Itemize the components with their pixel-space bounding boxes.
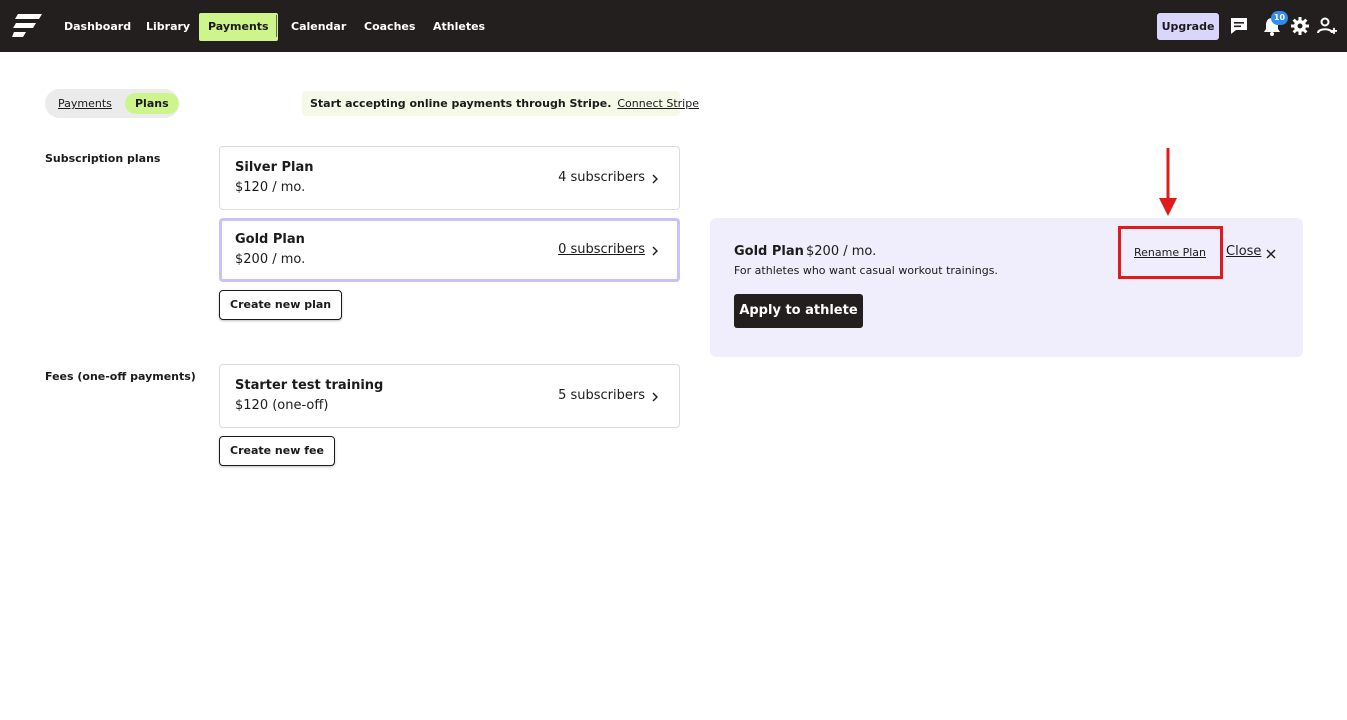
upgrade-button[interactable]: Upgrade bbox=[1157, 13, 1219, 40]
subscription-plans-heading: Subscription plans bbox=[45, 152, 161, 165]
create-new-plan-button[interactable]: Create new plan bbox=[219, 290, 343, 320]
plan-detail-panel: Gold Plan $200 / mo. For athletes who wa… bbox=[710, 218, 1303, 357]
nav-coaches[interactable]: Coaches bbox=[355, 13, 424, 41]
plan-card-silver[interactable]: Silver Plan $120 / mo. 4 subscribers bbox=[219, 146, 680, 210]
plan-subscribers[interactable]: 4 subscribers bbox=[558, 170, 645, 185]
plan-price: $120 / mo. bbox=[235, 180, 306, 195]
notification-badge: 10 bbox=[1271, 11, 1288, 25]
fee-card-starter[interactable]: Starter test training $120 (one-off) 5 s… bbox=[219, 364, 680, 428]
top-navigation-bar: Dashboard Library Payments Calendar Coac… bbox=[0, 0, 1347, 52]
plan-name: Silver Plan bbox=[235, 160, 314, 175]
user-add-icon[interactable] bbox=[1316, 15, 1338, 37]
create-new-fee-button[interactable]: Create new fee bbox=[219, 436, 335, 466]
nav-divider bbox=[276, 15, 277, 37]
close-link[interactable]: Close bbox=[1226, 244, 1261, 259]
chevron-right-icon bbox=[652, 392, 658, 402]
plan-price: $200 / mo. bbox=[235, 252, 306, 267]
chat-icon[interactable] bbox=[1228, 15, 1250, 37]
detail-plan-price: $200 / mo. bbox=[806, 244, 877, 259]
nav-athletes[interactable]: Athletes bbox=[424, 13, 494, 41]
nav-calendar[interactable]: Calendar bbox=[282, 13, 355, 41]
fee-price: $120 (one-off) bbox=[235, 398, 329, 413]
plan-card-gold[interactable]: Gold Plan $200 / mo. 0 subscribers bbox=[219, 218, 680, 282]
nav-library[interactable]: Library bbox=[137, 13, 199, 41]
plan-subscribers[interactable]: 0 subscribers bbox=[558, 242, 645, 257]
connect-stripe-link[interactable]: Connect Stripe bbox=[617, 97, 699, 110]
stripe-banner: Start accepting online payments through … bbox=[302, 91, 699, 116]
app-logo-icon[interactable] bbox=[12, 14, 42, 38]
detail-plan-description: For athletes who want casual workout tra… bbox=[734, 264, 998, 277]
payments-plans-toggle: Payments Plans bbox=[45, 89, 179, 118]
detail-plan-name: Gold Plan bbox=[734, 244, 804, 259]
plan-name: Gold Plan bbox=[235, 232, 305, 247]
chevron-right-icon bbox=[652, 246, 658, 256]
apply-to-athlete-button[interactable]: Apply to athlete bbox=[734, 294, 863, 328]
stripe-message: Start accepting online payments through … bbox=[310, 97, 612, 110]
fee-name: Starter test training bbox=[235, 378, 384, 393]
annotation-arrow-icon bbox=[1159, 148, 1177, 216]
fees-heading: Fees (one-off payments) bbox=[45, 370, 196, 383]
rename-plan-link[interactable]: Rename Plan bbox=[1134, 246, 1206, 259]
chevron-right-icon bbox=[652, 174, 658, 184]
close-icon[interactable] bbox=[1265, 248, 1277, 260]
nav-payments[interactable]: Payments bbox=[199, 13, 278, 41]
fee-subscribers[interactable]: 5 subscribers bbox=[558, 388, 645, 403]
tab-plans[interactable]: Plans bbox=[125, 93, 179, 114]
tab-payments[interactable]: Payments bbox=[52, 93, 118, 114]
nav-dashboard[interactable]: Dashboard bbox=[55, 13, 140, 41]
gear-icon[interactable] bbox=[1289, 15, 1311, 37]
